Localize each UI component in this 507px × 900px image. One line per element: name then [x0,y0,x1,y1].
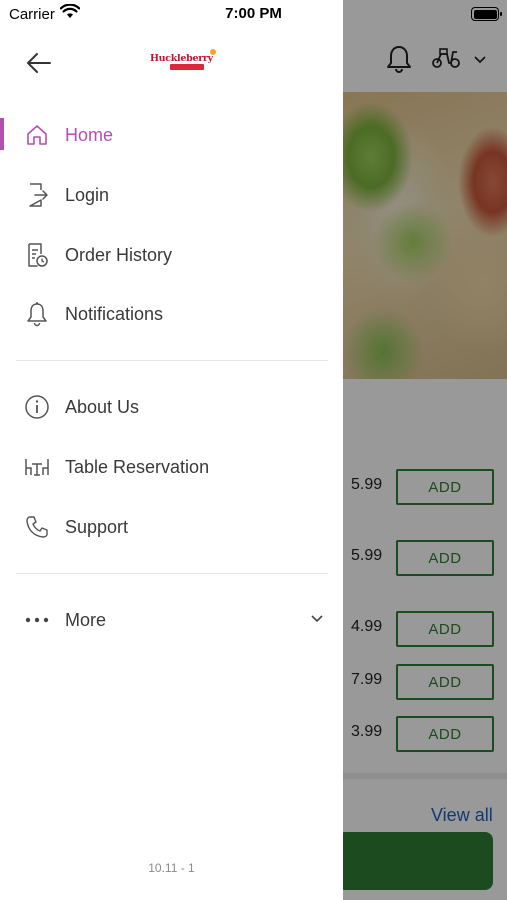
more-dots-icon [24,607,50,633]
menu-item-table-reservation[interactable]: Table Reservation [0,439,343,495]
drawer-scrim[interactable] [343,0,507,900]
menu-item-order-history[interactable]: Order History [0,227,343,283]
app-version: 10.11 - 1 [148,861,195,875]
status-bar: Carrier 7:00 PM [0,0,507,30]
menu-item-home[interactable]: Home [0,107,343,163]
phone-icon [24,514,50,540]
login-icon [24,182,50,208]
menu-item-label: More [65,609,107,630]
menu-item-notifications[interactable]: Notifications [0,286,343,342]
brand-logo: Huckleberry [148,49,216,74]
arrow-left-icon [27,53,51,73]
home-icon [24,122,50,148]
order-history-icon [24,242,50,268]
menu-item-label: Notifications [65,303,164,324]
table-icon [24,454,50,480]
menu-item-label: Table Reservation [65,456,210,477]
menu-item-more[interactable]: More [0,592,343,648]
logo-text: Huckleberry [150,53,213,64]
menu-item-label: Support [65,516,129,537]
menu-item-about-us[interactable]: About Us [0,379,343,435]
bell-icon [24,301,50,327]
back-button[interactable] [22,48,56,78]
chevron-down-icon [310,611,324,629]
status-time: 7:00 PM [225,5,282,22]
menu-item-label: Home [65,124,114,145]
logo-subtitle-bar [170,64,204,70]
menu-item-login[interactable]: Login [0,167,343,223]
menu-item-support[interactable]: Support [0,499,343,555]
battery-icon [471,7,502,21]
menu-item-label: Login [65,184,110,205]
navigation-drawer: Huckleberry Home Login Order History Not… [0,0,343,900]
menu-item-label: Order History [65,244,173,265]
logo-star [210,49,216,55]
menu-divider [16,360,328,361]
menu-item-label: About Us [65,396,140,417]
menu-divider [16,573,328,574]
info-icon [24,394,50,420]
